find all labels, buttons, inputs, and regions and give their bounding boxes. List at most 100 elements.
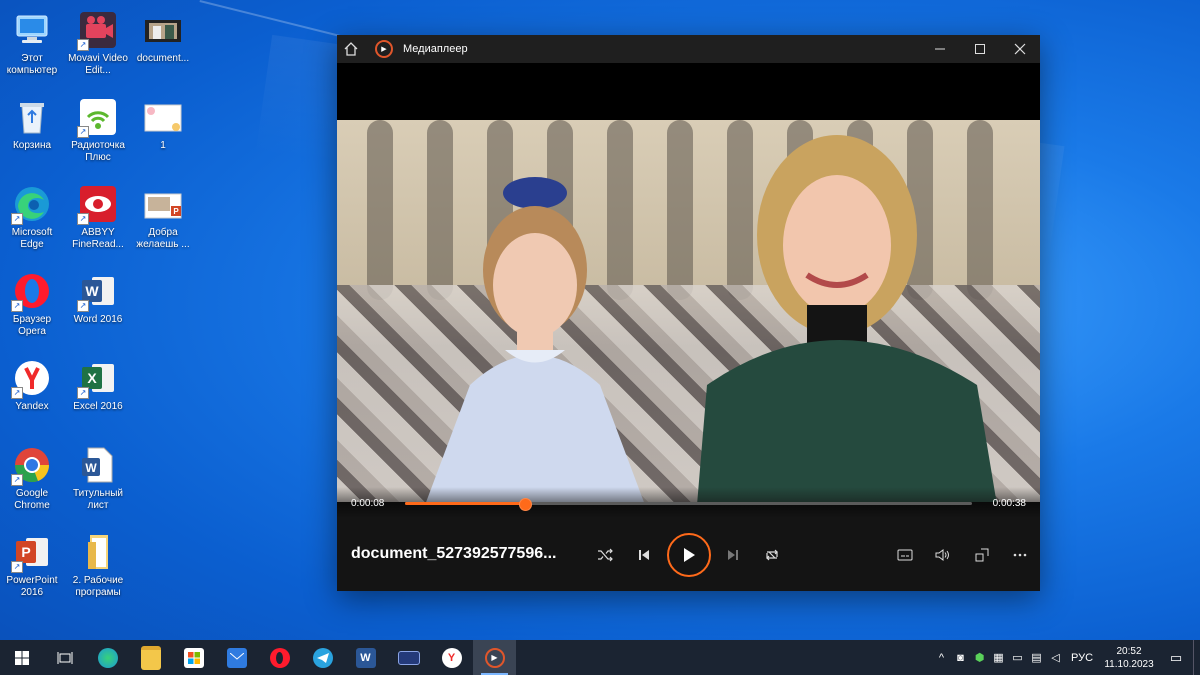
desktop-icon-label: 2. Рабочие програмы bbox=[72, 575, 124, 598]
more-options-button[interactable] bbox=[1007, 542, 1033, 568]
task-view-icon bbox=[57, 651, 72, 664]
chrome-icon: ↗ bbox=[11, 445, 52, 486]
total-time: 0:00:38 bbox=[992, 498, 1026, 509]
previous-icon bbox=[639, 550, 649, 560]
desktop-icon-chrome[interactable]: ↗ Google Chrome bbox=[0, 445, 64, 512]
language-indicator[interactable]: РУС bbox=[1065, 652, 1099, 664]
store-icon bbox=[183, 647, 204, 668]
desktop-icon-opera[interactable]: ↗ Браузер Opera bbox=[0, 271, 64, 338]
file-name: document_527392577596... bbox=[351, 545, 557, 562]
media-player-icon: ▶ bbox=[484, 647, 505, 668]
task-view-button[interactable] bbox=[43, 640, 86, 675]
network-icon[interactable]: ▤ bbox=[1027, 651, 1046, 664]
desktop-icon-label: Титульный лист bbox=[72, 488, 124, 511]
desktop-icon-label: ABBYY FineRead... bbox=[72, 227, 124, 250]
desktop-icon-excel[interactable]: X ↗ Excel 2016 bbox=[66, 358, 130, 413]
desktop-icon-this-pc[interactable]: Этот компьютер bbox=[0, 10, 64, 77]
current-time: 0:00:08 bbox=[351, 498, 385, 509]
woman-figure bbox=[697, 135, 997, 502]
taskbar-display[interactable] bbox=[387, 640, 430, 675]
media-player-window[interactable]: ▶ Медиаплеер 0:00:08 0:00:38 document_52… bbox=[337, 35, 1040, 591]
recycle-bin-icon bbox=[12, 97, 52, 137]
desktop-icon-edge[interactable]: ↗ Microsoft Edge bbox=[0, 184, 64, 251]
speaker-icon[interactable]: ◁ bbox=[1046, 651, 1065, 664]
taskbar-store[interactable] bbox=[172, 640, 215, 675]
word-file-icon: W bbox=[78, 445, 118, 485]
taskbar-opera[interactable] bbox=[258, 640, 301, 675]
notifications-icon[interactable]: ▭ bbox=[1159, 650, 1193, 666]
shield-icon[interactable]: ⬢ bbox=[970, 651, 989, 664]
desktop-icon-label: Google Chrome bbox=[14, 488, 50, 511]
desktop-icon-video-document[interactable]: document... bbox=[131, 10, 195, 65]
svg-text:X: X bbox=[87, 370, 97, 386]
powerpoint-icon: P ↗ bbox=[11, 532, 52, 573]
battery-icon[interactable]: ▭ bbox=[1008, 651, 1027, 664]
repeat-button[interactable] bbox=[759, 542, 785, 568]
desktop-icon-yandex[interactable]: ↗ Yandex bbox=[0, 358, 64, 413]
home-icon[interactable] bbox=[337, 35, 365, 63]
taskbar-edge[interactable] bbox=[86, 640, 129, 675]
svg-text:P: P bbox=[173, 207, 179, 216]
chevron-up-icon[interactable]: ^ bbox=[932, 652, 951, 664]
desktop-icon-label: Корзина bbox=[12, 140, 52, 151]
taskbar: W Y ▶ ^ ◙ ⬢ ▦ ▭ ▤ ◁ РУС 20:52 11.10.2023… bbox=[0, 640, 1200, 675]
desktop-icon-label: Movavi Video Edit... bbox=[68, 53, 128, 76]
subtitles-button[interactable] bbox=[892, 542, 918, 568]
desktop-icon-presentation[interactable]: P Добра желаешь ... bbox=[131, 184, 195, 251]
next-button[interactable] bbox=[720, 542, 746, 568]
close-button[interactable] bbox=[1000, 35, 1040, 63]
yandex-icon: ↗ bbox=[11, 358, 52, 399]
mini-player-button[interactable] bbox=[969, 542, 995, 568]
image-file-icon bbox=[143, 97, 183, 137]
edge-icon: ↗ bbox=[11, 184, 52, 225]
seek-bar-thumb[interactable] bbox=[519, 498, 533, 511]
clock-time: 20:52 bbox=[1116, 645, 1142, 657]
desktop-icon-label: Этот компьютер bbox=[6, 53, 58, 76]
desktop-icon-label: 1 bbox=[160, 140, 166, 151]
movavi-icon: ↗ bbox=[77, 10, 118, 51]
taskbar-word[interactable]: W bbox=[344, 640, 387, 675]
volume-button[interactable] bbox=[930, 542, 956, 568]
show-desktop-button[interactable] bbox=[1193, 640, 1200, 675]
word-icon: W bbox=[355, 647, 376, 668]
grid-icon[interactable]: ▦ bbox=[989, 651, 1008, 664]
play-button[interactable] bbox=[667, 533, 711, 577]
desktop-icon-work-programs[interactable]: 2. Рабочие програмы bbox=[66, 532, 130, 599]
edge-icon bbox=[97, 647, 118, 668]
title-bar[interactable]: ▶ Медиаплеер bbox=[337, 35, 1040, 63]
previous-button[interactable] bbox=[631, 542, 657, 568]
video-frame[interactable] bbox=[337, 120, 1040, 502]
subtitles-icon bbox=[897, 549, 913, 561]
camera-icon[interactable]: ◙ bbox=[951, 652, 970, 664]
desktop-icon-radio[interactable]: ↗ Радиоточка Плюс bbox=[66, 97, 130, 164]
desktop-icon-label: Радиоточка Плюс bbox=[71, 140, 125, 163]
next-icon bbox=[728, 550, 738, 560]
desktop-icon-abbyy[interactable]: ↗ ABBYY FineRead... bbox=[66, 184, 130, 251]
desktop-icon-label: Yandex bbox=[15, 401, 49, 412]
play-icon bbox=[684, 548, 695, 562]
taskbar-media-player[interactable]: ▶ bbox=[473, 640, 516, 675]
start-button[interactable] bbox=[0, 640, 43, 675]
powerpoint-file-icon: P bbox=[143, 184, 183, 224]
desktop-icon-image-1[interactable]: 1 bbox=[131, 97, 195, 152]
radio-icon: ↗ bbox=[77, 97, 118, 138]
desktop-icon-recycle-bin[interactable]: Корзина bbox=[0, 97, 64, 152]
desktop-icon-word[interactable]: W ↗ Word 2016 bbox=[66, 271, 130, 326]
maximize-button[interactable] bbox=[960, 35, 1000, 63]
shuffle-icon bbox=[598, 548, 613, 562]
taskbar-telegram[interactable] bbox=[301, 640, 344, 675]
seek-bar[interactable] bbox=[405, 498, 972, 511]
shuffle-button[interactable] bbox=[592, 542, 618, 568]
minimize-button[interactable] bbox=[920, 35, 960, 63]
taskbar-yandex[interactable]: Y bbox=[430, 640, 473, 675]
girl-figure bbox=[426, 177, 644, 502]
desktop-icon-movavi[interactable]: ↗ Movavi Video Edit... bbox=[66, 10, 130, 77]
desktop-icon-label: Браузер Opera bbox=[12, 314, 52, 337]
taskbar-mail[interactable] bbox=[215, 640, 258, 675]
clock[interactable]: 20:52 11.10.2023 bbox=[1099, 645, 1159, 671]
taskbar-file-explorer[interactable] bbox=[129, 640, 172, 675]
desktop-icon-powerpoint[interactable]: P ↗ PowerPoint 2016 bbox=[0, 532, 64, 599]
system-tray: ^ ◙ ⬢ ▦ ▭ ▤ ◁ РУС 20:52 11.10.2023 ▭ bbox=[932, 640, 1200, 675]
desktop-icon-title-page[interactable]: W Титульный лист bbox=[66, 445, 130, 512]
abbyy-icon: ↗ bbox=[77, 184, 118, 225]
